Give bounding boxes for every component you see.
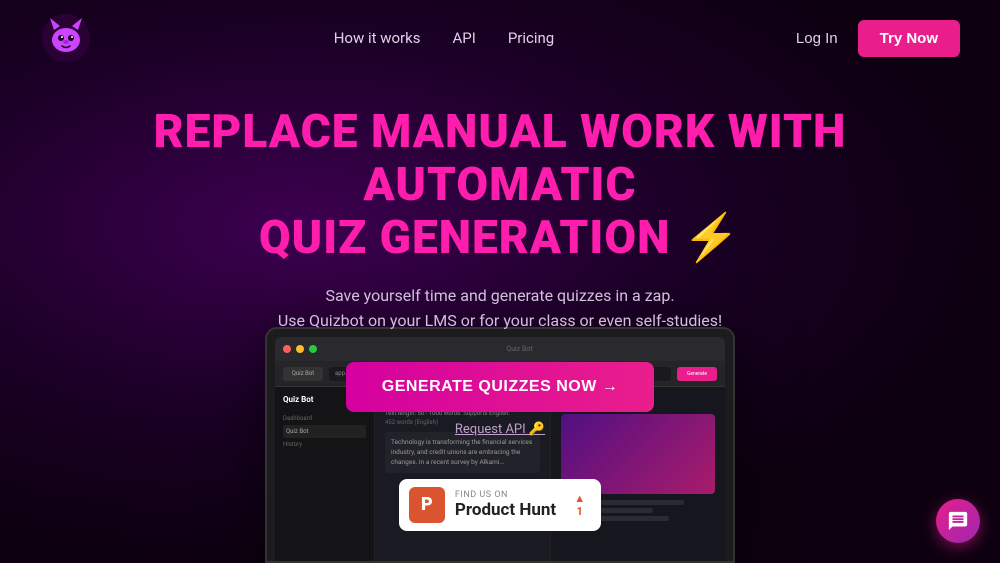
request-api-link[interactable]: Request API 🔑: [40, 422, 960, 437]
hero-subtitle-line2: Use Quizbot on your LMS or for your clas…: [278, 311, 722, 330]
ph-vote-count: 1: [576, 505, 582, 518]
chat-icon: [947, 510, 969, 532]
ph-vote-arrow: ▲: [574, 492, 585, 505]
logo[interactable]: [40, 12, 92, 64]
ph-find-text: FIND US ON: [455, 490, 508, 500]
product-hunt-logo: P: [409, 487, 445, 523]
ph-text-group: FIND US ON Product Hunt: [455, 490, 556, 520]
nav-how-it-works[interactable]: How it works: [334, 29, 421, 47]
hero-subtitle-line1: Save yourself time and generate quizzes …: [325, 286, 674, 305]
login-button[interactable]: Log In: [796, 30, 838, 47]
product-hunt-badge[interactable]: P FIND US ON Product Hunt ▲ 1: [399, 479, 601, 531]
hero-title-line2: QUIZ GENERATION ⚡: [259, 211, 741, 265]
ph-vote: ▲ 1: [574, 492, 585, 518]
navbar: How it works API Pricing Log In Try Now: [0, 0, 1000, 76]
try-now-button[interactable]: Try Now: [858, 20, 960, 57]
nav-pricing[interactable]: Pricing: [508, 29, 554, 47]
hero-section: REPLACE MANUAL WORK WITH AUTOMATIC QUIZ …: [0, 76, 1000, 531]
hero-title-line1: REPLACE MANUAL WORK WITH AUTOMATIC: [154, 105, 847, 212]
hero-subtitle: Save yourself time and generate quizzes …: [40, 283, 960, 334]
nav-api[interactable]: API: [452, 29, 475, 47]
logo-icon: [40, 12, 92, 64]
hero-title: REPLACE MANUAL WORK WITH AUTOMATIC QUIZ …: [150, 106, 850, 265]
nav-links: How it works API Pricing: [334, 29, 555, 47]
ph-logo-letter: P: [421, 494, 433, 515]
generate-quizzes-button[interactable]: GENERATE QUIZZES NOW →: [346, 362, 654, 412]
ph-name: Product Hunt: [455, 500, 556, 520]
nav-auth: Log In Try Now: [796, 20, 960, 57]
chat-bubble[interactable]: [936, 499, 980, 543]
